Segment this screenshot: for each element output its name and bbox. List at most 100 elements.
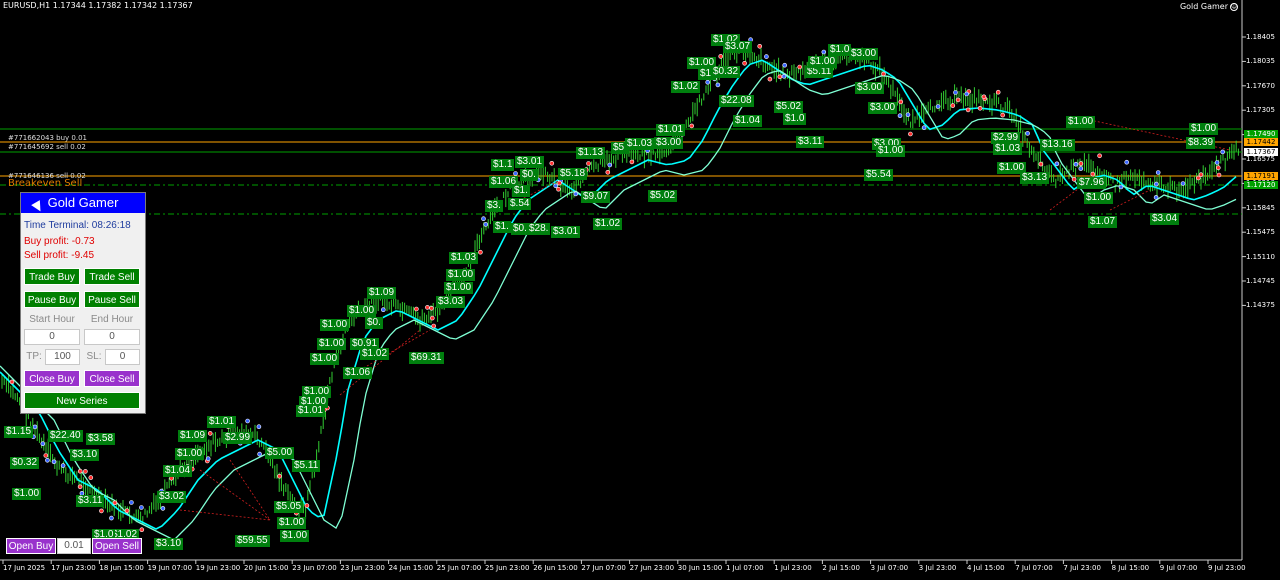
buy-profit: Buy profit: -0.73 [24,236,95,247]
trade-marker [304,503,310,508]
trade-marker [964,91,970,97]
x-tick-label: 1 Jul 23:00 [774,564,812,572]
x-tick-label: 3 Jul 23:00 [918,564,957,572]
trade-marker [109,515,114,521]
pause-buy-button[interactable]: Pause Buy [24,291,80,308]
trade-marker [965,107,971,113]
profit-label: $1.02 [360,348,390,360]
trade-marker [1097,153,1102,159]
price-tag: 1.17442 [1244,138,1278,146]
y-tick-label: 1.15845 [1246,203,1275,212]
open-sell-button[interactable]: Open Sell [92,538,142,554]
trade-marker [981,94,987,100]
trade-marker [777,74,783,80]
x-tick-label: 3 Jul 07:00 [870,564,909,572]
trade-marker [1090,171,1096,177]
trade-marker [977,106,983,111]
trade-marker [897,113,903,118]
profit-label: $5.02 [648,190,678,202]
x-tick-label: 7 Jul 07:00 [1015,564,1053,572]
price-tag: 1.17367 [1244,148,1278,156]
trade-marker [1054,161,1060,167]
trade-marker [586,161,591,166]
end-hour-input[interactable]: 0 [84,329,140,345]
x-tick-label: 27 Jun 07:00 [581,564,626,572]
profit-label: $1.00 [317,338,347,350]
price-chart[interactable] [0,0,1280,580]
trade-marker [821,49,827,55]
profit-label: $3.07 [723,41,753,53]
price-tag: 1.17490 [1244,130,1278,138]
open-buy-button[interactable]: Open Buy [6,538,56,554]
trade-sell-button[interactable]: Trade Sell [84,268,140,285]
profit-label: $7.96 [1077,177,1107,189]
trade-marker [431,323,437,329]
profit-label: $1.03 [625,138,655,150]
profit-label: $3.02 [157,491,187,503]
trade-marker [605,170,611,175]
trade-marker [718,54,724,59]
trade-marker [40,441,46,447]
trade-marker [1220,149,1225,155]
trade-marker [478,249,483,255]
profit-label: $1. [493,221,511,233]
trade-marker [513,171,518,176]
trade-marker [953,90,958,95]
close-sell-button[interactable]: Close Sell [84,370,140,387]
trade-marker [1038,161,1044,167]
trade-marker [921,125,927,130]
breakeven-label: Breakeven Sell [8,178,83,189]
profit-label: $3.00 [855,82,885,94]
profit-label: $1.00 [175,448,205,460]
x-tick-label: 27 Jun 23:00 [629,564,675,572]
x-tick-label: 20 Jun 15:00 [244,564,289,572]
profit-label: $5.02 [774,101,804,113]
x-tick-label: 9 Jul 07:00 [1159,564,1198,572]
ea-control-panel: Gold Gamer Time Terminal: 08:26:18 Buy p… [20,192,146,414]
trade-marker [77,468,83,474]
trade-marker [715,82,721,88]
trade-marker [139,505,144,510]
trade-marker [1214,160,1220,165]
trade-marker [205,456,211,462]
profit-label: $5.00 [265,447,295,459]
x-tick-label: 2 Jul 15:00 [822,564,860,572]
trade-marker [1073,161,1079,167]
lot-size-input[interactable]: 0.01 [57,538,91,554]
trade-marker [1198,172,1204,177]
sl-input[interactable]: 0 [105,349,140,365]
profit-label: $3.10 [70,449,100,461]
trade-marker [139,527,145,533]
trade-buy-button[interactable]: Trade Buy [24,268,80,285]
trade-marker [1180,181,1186,186]
profit-label: $1.02 [593,218,623,230]
trade-marker [129,500,134,505]
trade-marker [1216,165,1221,170]
trade-marker [43,453,49,458]
profit-label: $1.00 [347,305,377,317]
start-hour-input[interactable]: 0 [24,329,80,345]
trade-marker [1155,170,1161,175]
x-tick-label: 25 Jun 23:00 [485,564,530,572]
profit-label: $13.16 [1040,139,1075,151]
price-tag: 1.17120 [1244,181,1278,189]
trade-marker [573,191,579,197]
profit-label: $5.05 [274,501,304,513]
trade-marker [1078,166,1084,171]
trade-marker [1078,161,1084,166]
trade-marker [553,183,559,189]
tp-input[interactable]: 100 [45,349,80,365]
trade-marker [557,180,562,186]
profit-label: $22.08 [719,95,754,107]
trade-marker [124,508,130,514]
profit-label: $1.02 [671,81,701,93]
close-buy-button[interactable]: Close Buy [24,370,80,387]
trade-marker [908,131,913,137]
trade-marker [742,60,747,66]
start-hour-label: Start Hour [29,314,75,325]
profit-label: $3.00 [654,137,684,149]
pause-sell-button[interactable]: Pause Sell [84,291,140,308]
x-tick-label: 8 Jul 15:00 [1111,564,1150,572]
new-series-button[interactable]: New Series [24,392,140,409]
profit-label: $1.00 [277,517,307,529]
